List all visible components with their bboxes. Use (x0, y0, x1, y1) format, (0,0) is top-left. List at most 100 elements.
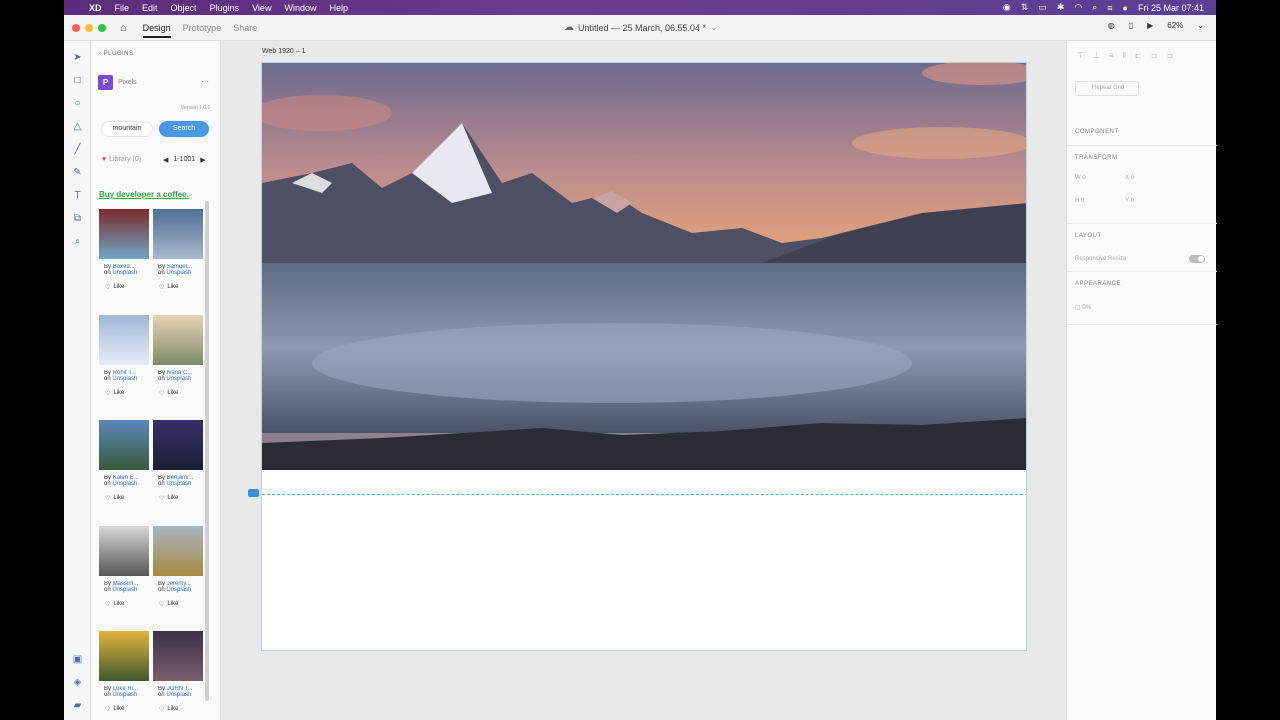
guide-handle[interactable] (248, 489, 259, 497)
image-card[interactable]: By Samuel... on Unsplash ♡ Like (153, 209, 203, 309)
source-link[interactable]: Unsplash (166, 376, 191, 382)
menu-help[interactable]: Help (329, 3, 348, 13)
library-link[interactable]: ♥ Library (0) (102, 156, 141, 163)
close-window-button[interactable] (72, 23, 80, 32)
image-thumbnail[interactable] (153, 209, 203, 259)
width-field[interactable]: W 0 (1075, 175, 1086, 181)
source-link[interactable]: Unsplash (166, 270, 191, 276)
image-thumbnail[interactable] (153, 314, 203, 365)
transfer-icon[interactable]: ⇅ (1021, 2, 1029, 13)
menu-file[interactable]: File (115, 3, 130, 13)
align-left-icon[interactable]: ⊏ (1135, 51, 1142, 60)
assets-icon[interactable]: ▣ (71, 653, 84, 666)
select-tool-icon[interactable]: ➤ (71, 51, 84, 64)
tab-prototype[interactable]: Prototype (183, 23, 222, 33)
source-link[interactable]: Unsplash (166, 587, 191, 593)
search-input[interactable]: mountain (101, 121, 153, 137)
menu-edit[interactable]: Edit (142, 3, 158, 13)
like-button[interactable]: ♡ Like (105, 284, 149, 291)
align-middle-icon[interactable]: ⊥ (1093, 51, 1100, 60)
image-card[interactable]: By Benjami... on Unsplash ♡ Like (153, 420, 203, 520)
battery-icon[interactable]: ▭ (1038, 2, 1047, 13)
align-bottom-icon[interactable]: ≡ (1109, 51, 1114, 60)
image-thumbnail[interactable] (99, 525, 149, 576)
image-card[interactable]: By Luke Ri... on Unsplash ♡ Like (99, 631, 149, 720)
image-thumbnail[interactable] (153, 525, 203, 576)
image-card[interactable]: By Ivana C... on Unsplash ♡ Like (153, 314, 203, 415)
distribute-icon[interactable]: ‖ (1123, 51, 1126, 60)
opacity-field[interactable]: ▢ 0% (1075, 304, 1091, 311)
tab-design[interactable]: Design (142, 23, 171, 38)
like-button[interactable]: ♡ Like (159, 284, 203, 291)
source-link[interactable]: Unsplash (112, 587, 137, 593)
like-button[interactable]: ♡ Like (159, 495, 203, 502)
search-button[interactable]: Search (159, 121, 209, 137)
design-canvas[interactable]: Web 1920 – 1 (221, 41, 1066, 720)
menu-object[interactable]: Object (171, 3, 197, 13)
source-link[interactable]: Unsplash (112, 481, 137, 487)
menu-plugins[interactable]: Plugins (210, 3, 240, 13)
like-button[interactable]: ♡ Like (105, 706, 149, 713)
image-thumbnail[interactable] (99, 631, 149, 681)
image-card[interactable]: By JOHN T... on Unsplash ♡ Like (153, 631, 203, 720)
image-thumbnail[interactable] (99, 420, 149, 470)
image-card[interactable]: By Boxed... on Unsplash ♡ Like (99, 209, 149, 309)
control-center-icon[interactable]: ≡ (1107, 3, 1112, 13)
document-title[interactable]: ☁ Untitled — 25 March, 06.55.04 * ⌄ (564, 22, 718, 33)
record-icon[interactable]: ◉ (1003, 2, 1011, 13)
siri-icon[interactable]: ● (1123, 3, 1128, 13)
ellipse-tool-icon[interactable]: ○ (71, 97, 84, 110)
source-link[interactable]: Unsplash (112, 692, 137, 698)
like-button[interactable]: ♡ Like (105, 495, 149, 502)
like-button[interactable]: ♡ Like (105, 390, 149, 397)
user-icon[interactable]: ◍ (1108, 21, 1115, 30)
zoom-tool-icon[interactable]: ⌕ (71, 235, 84, 248)
play-icon[interactable]: ▶ (1147, 21, 1153, 30)
artboard-label[interactable]: Web 1920 – 1 (262, 48, 305, 55)
align-right-icon[interactable]: ⊐ (1166, 51, 1173, 60)
menu-view[interactable]: View (252, 3, 271, 13)
panel-scrollbar[interactable] (205, 201, 209, 701)
menu-window[interactable]: Window (284, 3, 316, 13)
image-thumbnail[interactable] (153, 420, 203, 470)
like-button[interactable]: ♡ Like (159, 601, 203, 608)
polygon-tool-icon[interactable]: △ (71, 120, 84, 133)
pen-tool-icon[interactable]: ✎ (71, 166, 84, 179)
device-preview-icon[interactable]: ▯ (1129, 21, 1133, 30)
source-link[interactable]: Unsplash (166, 692, 191, 698)
spotlight-icon[interactable]: ⌕ (1092, 2, 1097, 13)
home-icon[interactable]: ⌂ (120, 22, 127, 34)
source-link[interactable]: Unsplash (166, 481, 191, 487)
minimize-window-button[interactable] (85, 23, 93, 32)
layers-icon[interactable]: ◈ (71, 676, 84, 689)
image-card[interactable]: By Massim... on Unsplash ♡ Like (99, 525, 149, 626)
source-link[interactable]: Unsplash (112, 376, 137, 382)
like-button[interactable]: ♡ Like (105, 601, 149, 608)
like-button[interactable]: ♡ Like (159, 706, 203, 713)
mountain-photo[interactable] (262, 63, 1027, 470)
plugins-icon[interactable]: ▰ (71, 699, 84, 712)
plugins-back-link[interactable]: ‹ PLUGINS (99, 51, 134, 57)
rectangle-tool-icon[interactable]: □ (71, 74, 84, 87)
app-menu[interactable]: XD (89, 3, 102, 13)
line-tool-icon[interactable]: ╱ (71, 143, 84, 156)
image-thumbnail[interactable] (99, 209, 149, 259)
clock[interactable]: Fri 25 Mar 07:41 (1138, 3, 1204, 13)
like-button[interactable]: ♡ Like (159, 390, 203, 397)
image-card[interactable]: By Kalen E... on Unsplash ♡ Like (99, 420, 149, 520)
tab-share[interactable]: Share (233, 23, 257, 33)
wifi-icon[interactable]: ◠ (1074, 2, 1082, 13)
source-link[interactable]: Unsplash (112, 270, 137, 276)
repeat-grid-button[interactable]: Repeat Grid (1075, 81, 1139, 96)
artboard-tool-icon[interactable]: ⧉ (71, 212, 84, 225)
prev-page-icon[interactable]: ◀ (163, 156, 168, 164)
image-thumbnail[interactable] (153, 631, 203, 681)
text-tool-icon[interactable]: T (71, 189, 84, 202)
buy-coffee-link[interactable]: Buy developer a coffee. (99, 190, 189, 199)
zoom-window-button[interactable] (98, 23, 106, 32)
bluetooth-icon[interactable]: ✱ (1057, 2, 1065, 13)
more-options-icon[interactable]: ··· (201, 77, 209, 86)
align-top-icon[interactable]: ⊤ (1077, 51, 1084, 60)
zoom-chevron-icon[interactable]: ⌄ (1197, 21, 1204, 30)
artboard[interactable] (261, 62, 1027, 651)
